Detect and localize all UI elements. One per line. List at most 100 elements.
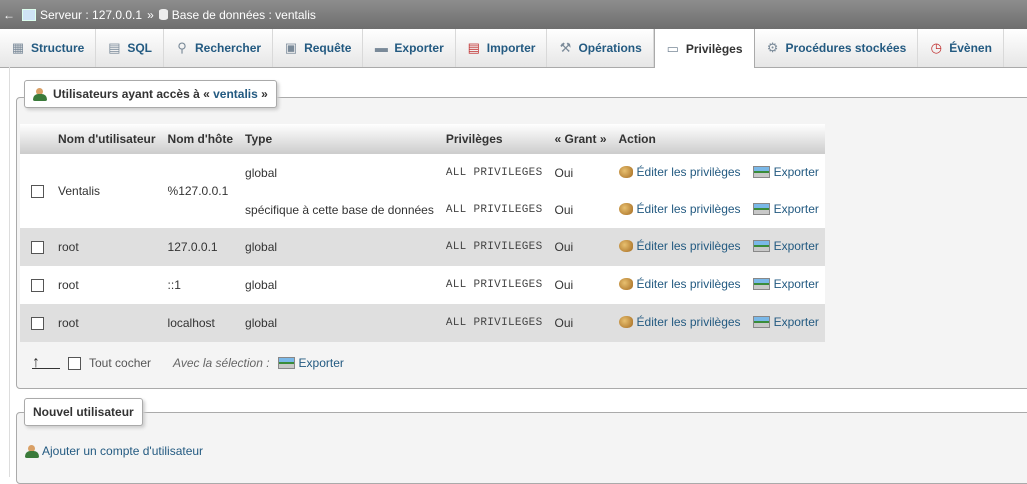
breadcrumb-server-label[interactable]: Serveur : 127.0.0.1 — [40, 8, 142, 22]
export-label: Exporter — [773, 315, 819, 329]
edit-privileges-icon — [618, 316, 633, 328]
cell-privileges: ALL PRIVILEGES — [439, 228, 549, 266]
select-arrow-icon: ↑ — [32, 354, 60, 370]
bulk-export-button[interactable]: Exporter — [277, 356, 344, 370]
tab-label: Privilèges — [685, 41, 743, 56]
edit-privileges-icon — [618, 278, 633, 290]
tab-events[interactable]: ◷ Évènen — [918, 29, 1004, 67]
edit-privileges-icon — [618, 202, 633, 215]
cell-hostname: 127.0.0.1 — [161, 228, 240, 266]
check-all-label[interactable]: Tout cocher — [89, 356, 151, 370]
cell-hostname: %127.0.0.1 — [161, 154, 240, 228]
server-icon — [22, 8, 36, 21]
edit-label: Éditer les privilèges — [636, 277, 741, 291]
sql-icon: ▤ — [108, 40, 121, 55]
events-icon: ◷ — [930, 40, 942, 55]
cell-edit: Éditer les privilèges — [612, 154, 747, 191]
col-grant: « Grant » — [548, 124, 613, 154]
bulk-export-label: Exporter — [298, 356, 344, 370]
wrench-icon: ⚒ — [559, 40, 572, 55]
cell-hostname: ::1 — [161, 266, 240, 304]
cell-type: global — [239, 228, 440, 266]
cell-grant: Oui — [548, 266, 613, 304]
row-checkbox[interactable] — [30, 317, 44, 331]
search-icon: ⚲ — [177, 40, 187, 55]
cell-type: global — [239, 154, 440, 191]
export-link[interactable]: Exporter — [752, 164, 819, 179]
row-checkbox-cell — [20, 266, 52, 304]
cell-type: global — [239, 266, 440, 304]
export-link[interactable]: Exporter — [752, 239, 819, 253]
row-checkbox-cell — [20, 154, 52, 228]
collapse-arrow-icon[interactable]: ← — [2, 8, 16, 22]
col-hostname: Nom d'hôte — [161, 124, 240, 154]
cell-export: Exporter — [746, 266, 825, 304]
query-icon: ▣ — [284, 40, 298, 55]
edit-privileges-icon — [618, 165, 633, 178]
cell-export: Exporter — [746, 228, 825, 266]
tab-query[interactable]: ▣ Requête — [273, 29, 364, 67]
edit-privileges-link[interactable]: Éditer les privilèges — [618, 201, 741, 216]
edit-label: Éditer les privilèges — [636, 239, 741, 253]
breadcrumb-server[interactable]: Serveur : 127.0.0.1 — [22, 8, 142, 22]
new-user-legend: Nouvel utilisateur — [24, 398, 143, 426]
breadcrumb-database-label[interactable]: Base de données : ventalis — [172, 8, 316, 22]
tab-label: Procédures stockées — [785, 41, 907, 55]
add-user-link[interactable]: Ajouter un compte d'utilisateur — [25, 444, 203, 458]
export-link[interactable]: Exporter — [752, 201, 819, 216]
cell-type: global — [239, 304, 440, 342]
col-export — [746, 124, 825, 154]
row-checkbox[interactable] — [30, 185, 44, 199]
cell-export: Exporter — [746, 154, 825, 191]
add-user-icon — [25, 444, 39, 458]
tab-search[interactable]: ⚲ Rechercher — [164, 29, 274, 67]
page-left-border — [9, 67, 10, 477]
structure-icon: ▦ — [11, 40, 25, 55]
col-privileges: Privilèges — [439, 124, 549, 154]
edit-privileges-link[interactable]: Éditer les privilèges — [618, 315, 741, 329]
export-icon: ▬ — [374, 40, 388, 55]
row-checkbox[interactable] — [30, 241, 44, 255]
tab-privileges[interactable]: ▭ Privilèges — [653, 29, 755, 68]
tab-sql[interactable]: ▤ SQL — [96, 29, 165, 67]
edit-label: Éditer les privilèges — [636, 201, 741, 216]
row-checkbox[interactable] — [30, 279, 44, 293]
user-group-icon — [33, 87, 47, 101]
legend-db-link[interactable]: ventalis — [213, 87, 258, 101]
add-user-label: Ajouter un compte d'utilisateur — [42, 444, 204, 458]
export-link[interactable]: Exporter — [752, 277, 819, 291]
users-legend: Utilisateurs ayant accès à « ventalis » — [24, 80, 277, 108]
tab-import[interactable]: ▤ Importer — [456, 29, 548, 67]
export-label: Exporter — [773, 239, 819, 253]
breadcrumb-separator: » — [147, 7, 154, 22]
edit-privileges-link[interactable]: Éditer les privilèges — [618, 164, 741, 179]
export-icon — [752, 278, 770, 290]
col-checkbox — [20, 124, 52, 154]
export-link[interactable]: Exporter — [752, 315, 819, 329]
cell-edit: Éditer les privilèges — [612, 191, 747, 228]
breadcrumb-database[interactable]: Base de données : ventalis — [158, 8, 316, 22]
cell-username: Ventalis — [52, 154, 162, 228]
export-icon — [752, 165, 770, 178]
cell-privileges: ALL PRIVILEGES — [439, 266, 549, 304]
tab-operations[interactable]: ⚒ Opérations — [547, 29, 654, 67]
export-icon — [752, 202, 770, 215]
edit-privileges-link[interactable]: Éditer les privilèges — [618, 277, 741, 291]
edit-label: Éditer les privilèges — [636, 164, 741, 179]
users-table: Nom d'utilisateur Nom d'hôte Type Privil… — [20, 124, 825, 342]
cell-username: root — [52, 266, 162, 304]
cell-username: root — [52, 304, 162, 342]
cell-edit: Éditer les privilèges — [612, 228, 747, 266]
export-label: Exporter — [773, 164, 819, 179]
tab-export[interactable]: ▬ Exporter — [363, 29, 456, 67]
edit-privileges-link[interactable]: Éditer les privilèges — [618, 239, 741, 253]
check-all-checkbox[interactable] — [68, 356, 81, 370]
tab-routines[interactable]: ⚙ Procédures stockées — [755, 29, 919, 67]
col-type: Type — [239, 124, 440, 154]
tab-structure[interactable]: ▦ Structure — [0, 29, 97, 67]
export-label: Exporter — [773, 201, 819, 216]
legend-suffix: » — [257, 87, 268, 101]
cell-grant: Oui — [548, 228, 613, 266]
tab-label: SQL — [127, 41, 153, 55]
database-icon — [158, 9, 168, 20]
